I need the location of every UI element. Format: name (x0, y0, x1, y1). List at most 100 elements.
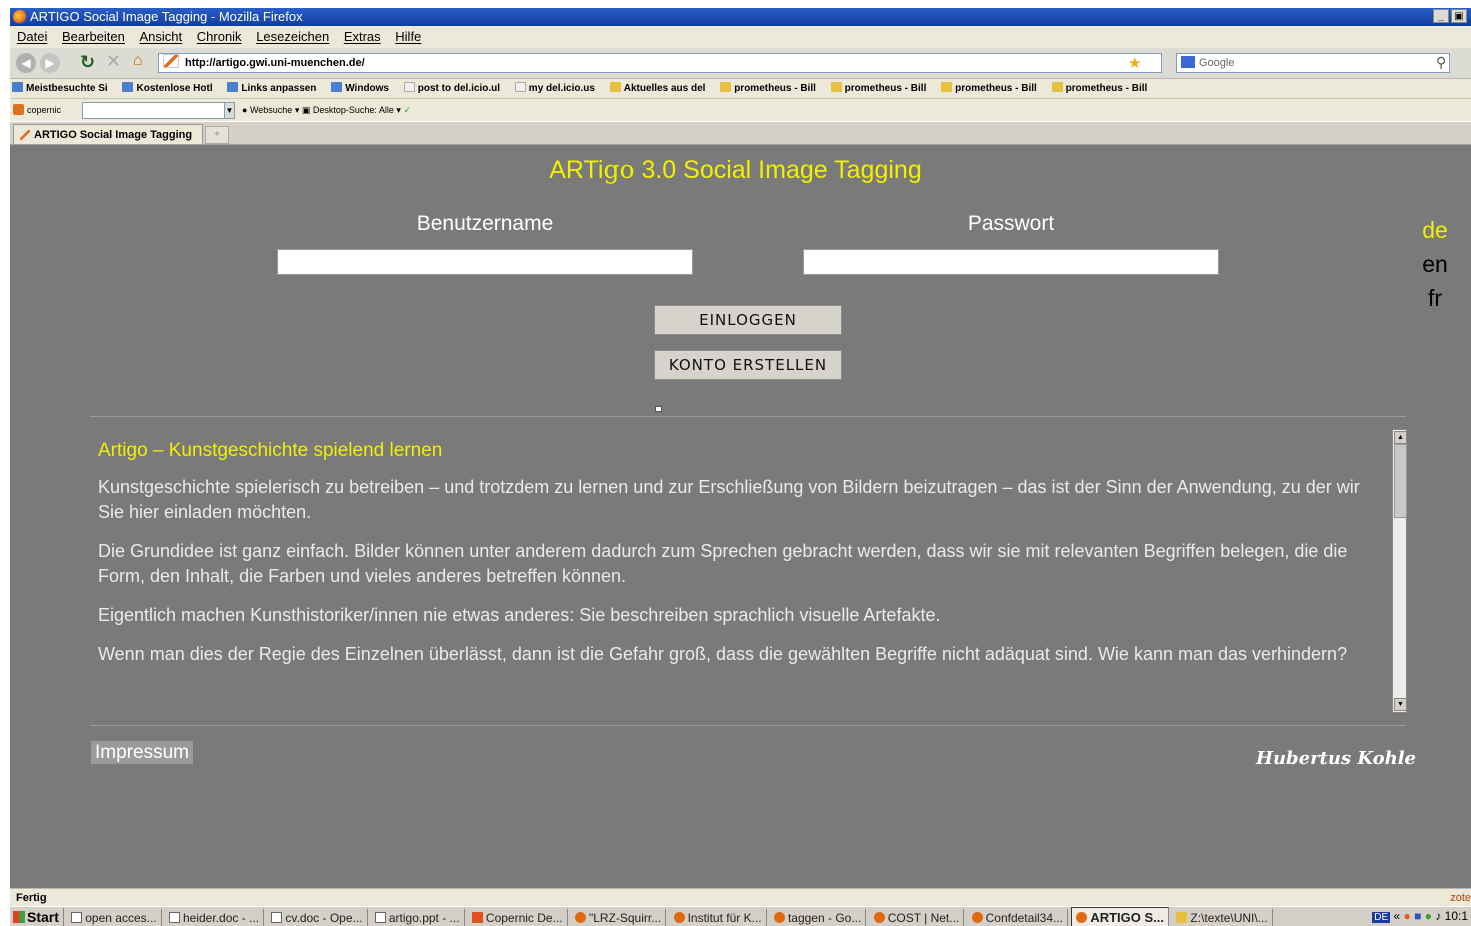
scroll-up-icon[interactable]: ▲ (1394, 431, 1407, 444)
taskbar-item[interactable]: Z:\texte\UNI\... (1172, 909, 1273, 926)
bookmark-item[interactable]: Aktuelles aus del (608, 82, 705, 94)
bookmark-label: post to del.icio.ul (417, 83, 501, 94)
impressum-link[interactable]: Impressum (91, 741, 193, 764)
taskbar-item[interactable]: Confdetail34... (968, 909, 1068, 926)
chevron-down-icon[interactable]: ▼ (224, 102, 235, 119)
taskbar-item[interactable]: artigo.ppt - ... (371, 909, 465, 926)
taskbar-item-label: Institut für K... (687, 911, 762, 925)
bookmark-label: prometheus - Bill (734, 83, 816, 94)
taskbar-item[interactable]: "LRZ-Squirr... (571, 909, 667, 926)
firefox-icon (574, 912, 586, 923)
start-button[interactable]: Start (10, 908, 64, 926)
globe-icon: ● (242, 105, 248, 115)
copernic-toolbar: copernic ▼ ● Websuche ▾ ▣ Desktop-Suche:… (10, 99, 1471, 121)
bookmark-star-icon[interactable]: ★ (1128, 54, 1141, 72)
forward-button[interactable]: ▶ (40, 53, 60, 73)
desktop-search-button[interactable]: Desktop-Suche: Alle (313, 105, 394, 115)
bookmark-item[interactable]: prometheus - Bill (829, 82, 926, 94)
stop-icon[interactable]: ✕ (106, 51, 121, 72)
maximize-button[interactable]: ▣ (1451, 9, 1467, 23)
article-paragraph: Kunstgeschichte spielerisch zu betreiben… (98, 477, 1360, 522)
menu-chronik[interactable]: Chronik (197, 29, 242, 44)
window-controls: _ ▣ (1433, 9, 1467, 23)
article-paragraph: Eigentlich machen Kunsthistoriker/innen … (98, 605, 941, 625)
language-de[interactable]: de (1415, 217, 1455, 244)
tray-app-icon[interactable]: ● (1425, 909, 1432, 923)
language-en[interactable]: en (1415, 251, 1455, 278)
back-button[interactable]: ◀ (16, 53, 36, 73)
menu-lesezeichen[interactable]: Lesezeichen (256, 29, 329, 44)
article-scrollbar[interactable]: ▲ ▼ (1392, 429, 1407, 713)
language-indicator[interactable]: DE (1372, 912, 1391, 923)
create-account-button[interactable]: KONTO ERSTELLEN (654, 350, 842, 380)
menu-hilfe[interactable]: Hilfe (395, 29, 421, 44)
username-input[interactable] (277, 249, 693, 275)
windows-logo-icon (13, 911, 25, 923)
bookmark-label: Meistbesuchte Si (26, 83, 108, 94)
bookmark-item[interactable]: Meistbesuchte Si (10, 82, 108, 94)
tray-expand-icon[interactable]: « (1393, 909, 1400, 923)
bookmark-item[interactable]: prometheus - Bill (718, 82, 816, 94)
menu-datei[interactable]: Datei (17, 29, 47, 44)
bookmark-item[interactable]: Kostenlose Hotl (120, 82, 213, 94)
minimize-button[interactable]: _ (1433, 9, 1449, 23)
firefox-icon (673, 912, 685, 923)
new-tab-button[interactable]: + (205, 126, 229, 144)
tab-artigo[interactable]: ARTIGO Social Image Tagging (13, 124, 203, 144)
copernic-search-input[interactable] (82, 102, 234, 119)
taskbar: Start open acces... heider.doc - ... cv.… (10, 906, 1471, 926)
tab-strip: ARTIGO Social Image Tagging + (10, 122, 1471, 145)
reload-icon[interactable]: ↻ (80, 52, 95, 73)
websuche-button[interactable]: Websuche (250, 105, 292, 115)
document-icon (71, 912, 83, 923)
taskbar-item-label: open acces... (85, 911, 157, 925)
page-icon (514, 82, 526, 92)
copernic-label[interactable]: copernic (27, 105, 61, 115)
bookmark-item[interactable]: Windows (329, 82, 389, 94)
zotero-status[interactable]: zote (1450, 889, 1471, 907)
taskbar-item[interactable]: heider.doc - ... (165, 909, 265, 926)
clock: 10:1 (1444, 909, 1468, 923)
menu-ansicht[interactable]: Ansicht (140, 29, 183, 44)
url-input[interactable]: http://artigo.gwi.uni-muenchen.de/ (158, 53, 1162, 73)
tray-app-icon[interactable]: ■ (1414, 909, 1421, 923)
bookmark-item[interactable]: prometheus - Bill (1050, 82, 1147, 94)
bookmark-item[interactable]: my del.icio.us (513, 82, 595, 94)
rss-folder-icon (830, 82, 842, 92)
search-input[interactable]: Google (1176, 53, 1450, 73)
login-button[interactable]: EINLOGGEN (654, 305, 842, 335)
collapse-handle[interactable] (655, 406, 662, 412)
taskbar-item[interactable]: COST | Net... (870, 909, 965, 926)
password-input[interactable] (803, 249, 1219, 275)
taskbar-item[interactable]: Copernic De... (468, 909, 568, 926)
bookmark-item[interactable]: Links anpassen (225, 82, 316, 94)
menu-bearbeiten[interactable]: Bearbeiten (62, 29, 125, 44)
bookmark-item[interactable]: post to del.icio.ul (402, 82, 501, 94)
taskbar-item[interactable]: cv.doc - Ope... (267, 909, 368, 926)
taskbar-item[interactable]: Institut für K... (670, 909, 767, 926)
firefox-icon (773, 912, 785, 923)
scroll-down-icon[interactable]: ▼ (1394, 698, 1407, 711)
tray-app-icon[interactable]: ● (1404, 909, 1411, 923)
copernic-icon (13, 104, 24, 115)
taskbar-item-active[interactable]: ARTIGO S... (1071, 907, 1170, 926)
start-label: Start (27, 909, 59, 925)
taskbar-item[interactable]: open acces... (67, 909, 162, 926)
author-signature: Hubertus Kohle (1255, 748, 1416, 769)
search-engine-icon[interactable] (1181, 56, 1195, 68)
msn-icon (227, 82, 239, 92)
language-fr[interactable]: fr (1415, 285, 1455, 312)
bookmark-item[interactable]: prometheus - Bill (939, 82, 1037, 94)
home-icon[interactable]: ⌂ (133, 52, 143, 70)
speaker-icon[interactable]: ♪ (1435, 909, 1441, 923)
bookmark-label: my del.icio.us (528, 83, 595, 94)
taskbar-item-label: COST | Net... (887, 911, 960, 925)
document-icon (271, 912, 283, 923)
navigation-toolbar: ◀ ▶ ↻ ✕ ⌂ http://artigo.gwi.uni-muenchen… (10, 48, 1471, 79)
search-icon[interactable]: ⚲ (1436, 54, 1446, 71)
highlight-icon[interactable]: ✓ (403, 105, 411, 115)
menu-extras[interactable]: Extras (344, 29, 381, 44)
firefox-icon (1076, 912, 1088, 923)
taskbar-item[interactable]: taggen - Go... (770, 909, 867, 926)
scroll-thumb[interactable] (1394, 444, 1407, 518)
